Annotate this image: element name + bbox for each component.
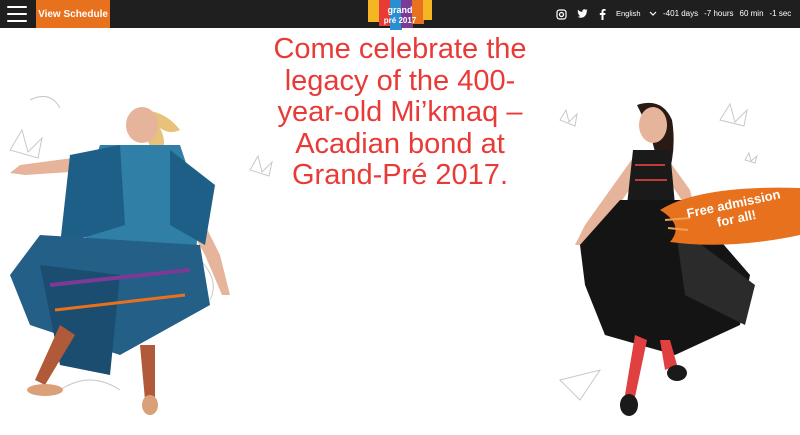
hero-headline: Come celebrate the legacy of the 400-yea… xyxy=(273,33,527,191)
language-selector[interactable]: English xyxy=(616,8,657,18)
twitter-icon[interactable] xyxy=(575,7,589,21)
countdown-minutes: 60 min xyxy=(739,9,764,18)
view-schedule-button[interactable]: View Schedule xyxy=(36,0,110,28)
logo-text-line1: grand xyxy=(387,5,412,15)
countdown-days: -401 days xyxy=(663,9,699,18)
grand-pre-2017-logo[interactable]: grand pré 2017 xyxy=(366,0,434,32)
instagram-icon[interactable] xyxy=(554,7,568,21)
menu-icon[interactable] xyxy=(7,6,27,22)
countdown-timer: -401 days -7 hours 60 min -1 sec xyxy=(663,9,791,18)
countdown-hours: -7 hours xyxy=(704,9,734,18)
chevron-down-icon xyxy=(649,8,657,18)
acadian-dancer-image xyxy=(575,102,755,416)
mikmaq-dancer-image xyxy=(10,107,230,415)
countdown-seconds: -1 sec xyxy=(769,9,792,18)
facebook-icon[interactable] xyxy=(595,7,609,21)
logo-text-line2: pré 2017 xyxy=(384,16,417,25)
language-label: English xyxy=(616,8,641,18)
